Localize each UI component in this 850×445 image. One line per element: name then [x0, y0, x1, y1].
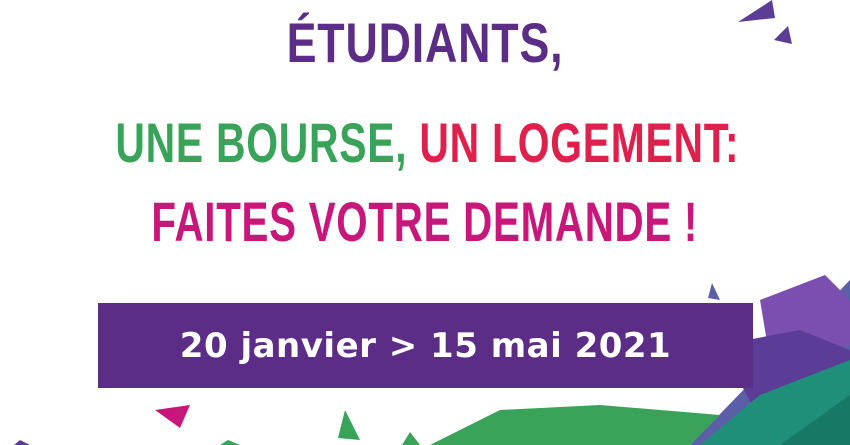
- triangle-green-small: [402, 432, 420, 445]
- triangle-purple-corner: [14, 440, 30, 445]
- triangle-green-bottom: [220, 440, 240, 445]
- headline-line-2: UNE BOURSE, UN LOGEMENT:: [0, 108, 850, 178]
- date-range: 20 janvier > 15 mai 2021: [179, 325, 672, 366]
- headline-students: ÉTUDIANTS,: [286, 11, 564, 74]
- triangle-magenta-left: [155, 405, 190, 428]
- date-banner: 20 janvier > 15 mai 2021: [98, 303, 753, 388]
- shape-small-triangle-right: [708, 283, 720, 300]
- headline-line-2-wrap: UNE BOURSE, UN LOGEMENT:: [115, 108, 739, 178]
- triangle-green-center: [338, 410, 360, 440]
- headline-line-3: FAITES VOTRE DEMANDE !: [0, 187, 850, 257]
- headline-apply: FAITES VOTRE DEMANDE !: [151, 190, 699, 253]
- headline-housing: UN LOGEMENT:: [419, 111, 740, 174]
- poster-canvas: ÉTUDIANTS, UNE BOURSE, UN LOGEMENT: FAIT…: [0, 0, 850, 445]
- shape-green-wide: [430, 405, 720, 445]
- headline-line-1: ÉTUDIANTS,: [0, 8, 850, 78]
- headline-scholarship: UNE BOURSE,: [115, 111, 408, 174]
